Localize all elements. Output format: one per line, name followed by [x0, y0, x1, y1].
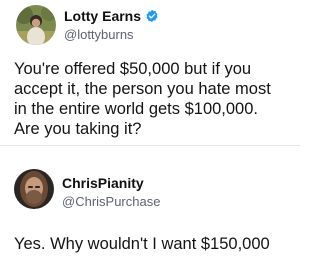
- avatar[interactable]: [14, 169, 54, 209]
- display-name[interactable]: Lotty Earns: [64, 8, 159, 24]
- avatar-photo-icon: [16, 5, 56, 45]
- avatar[interactable]: [16, 5, 56, 45]
- tweet-text-line: accept it, the person you hate most: [14, 80, 271, 98]
- display-name[interactable]: ChrisPianity: [62, 175, 144, 191]
- verified-badge-icon: [146, 9, 158, 23]
- tweet: ChrisPianity @ChrisPurchase Yes. Why wou…: [0, 150, 300, 263]
- avatar-photo-icon: [14, 169, 54, 209]
- handle[interactable]: @lottyburns: [64, 27, 134, 42]
- tweet-text-line: You're offered $50,000 but if you: [14, 60, 252, 78]
- tweet-text-line: in the entire world gets $100,000.: [14, 100, 258, 118]
- tweet-text: Yes. Why wouldn't I want $150,000: [14, 234, 270, 254]
- handle[interactable]: @ChrisPurchase: [62, 194, 160, 209]
- divider: [0, 145, 300, 146]
- tweet-text-line: Yes. Why wouldn't I want $150,000: [14, 235, 270, 253]
- tweet: Lotty Earns @lottyburns You're offered $…: [0, 0, 300, 146]
- tweet-text-line: Are you taking it?: [14, 120, 142, 138]
- tweet-text: You're offered $50,000 but if you accept…: [14, 59, 271, 139]
